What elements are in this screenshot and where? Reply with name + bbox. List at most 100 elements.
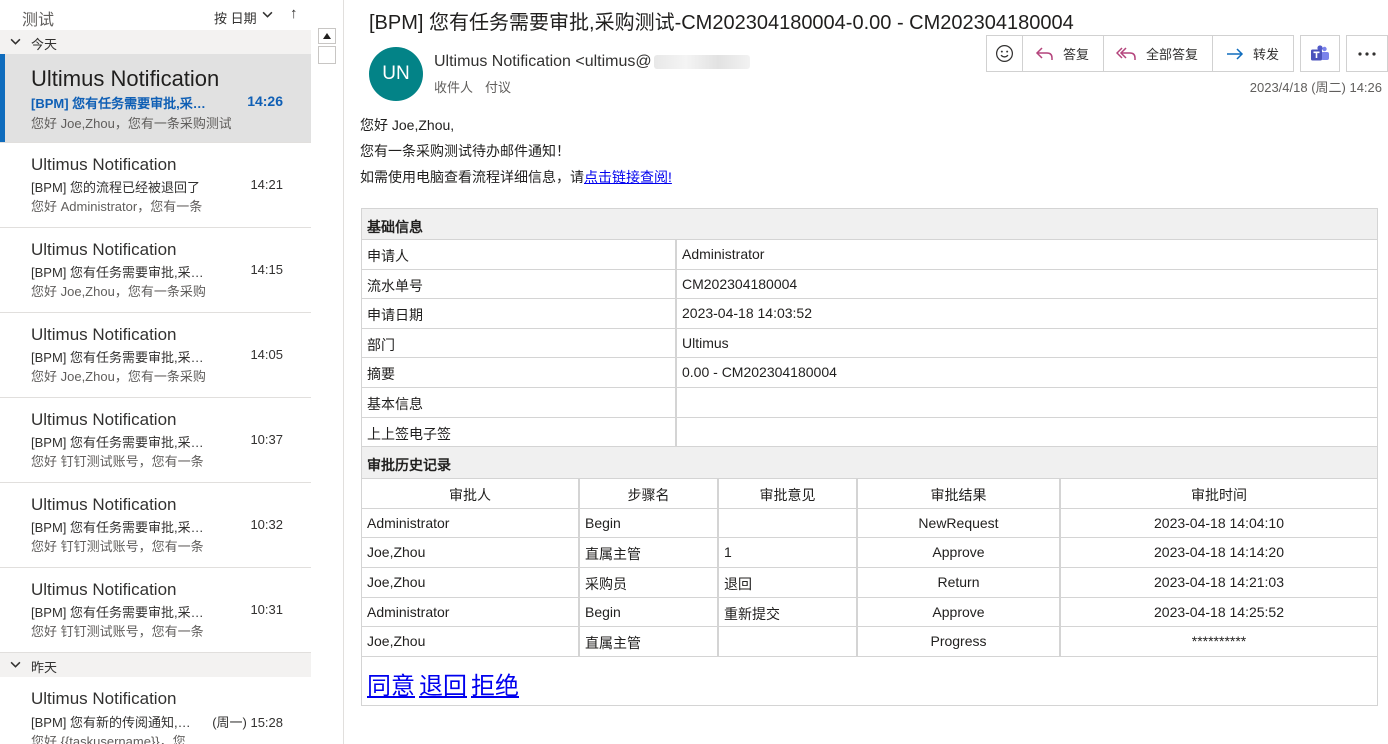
reading-pane: [BPM] 您有任务需要审批,采购测试-CM202304180004-0.00 … — [344, 0, 1388, 744]
reply-button[interactable]: 答复 — [1022, 35, 1105, 72]
teams-icon — [1311, 44, 1330, 60]
mail-preview: 您好 钉钉测试账号，您有一条 — [31, 454, 204, 469]
mail-preview: 您好 钉钉测试账号，您有一条 — [31, 624, 204, 639]
reply-all-button[interactable]: 全部答复 — [1103, 35, 1214, 72]
scrollbar-thumb[interactable] — [318, 46, 336, 64]
redacted-blur — [653, 54, 750, 69]
field-value: 0.00 - CM202304180004 — [682, 364, 837, 381]
mail-sender: Ultimus Notification — [31, 66, 220, 91]
sender-address[interactable]: Ultimus Notification <ultimus@ — [434, 53, 750, 71]
step-cell: 直属主管 — [580, 627, 719, 656]
approver-cell: Joe,Zhou — [362, 567, 580, 597]
forward-button[interactable]: 转发 — [1212, 35, 1295, 72]
smiley-icon — [995, 44, 1014, 63]
mail-time: 14:05 — [250, 347, 283, 362]
mail-sender: Ultimus Notification — [31, 689, 177, 708]
list-item[interactable]: Ultimus Notification [BPM] 您有任务需要审批,采购测试… — [0, 398, 311, 483]
field-value: Ultimus — [682, 334, 729, 351]
list-item[interactable]: Ultimus Notification [BPM] 您有任务需要审批,采购测试… — [0, 54, 311, 143]
return-link[interactable]: 退回 — [419, 673, 467, 700]
list-item[interactable]: Ultimus Notification [BPM] 您有任务需要审批,采购测试… — [0, 568, 311, 653]
instruction-text: 如需使用电脑查看流程详细信息，请点击链接查阅! — [360, 168, 1380, 194]
message-list-scrollbar[interactable] — [318, 28, 336, 744]
more-dots-icon — [1358, 51, 1376, 56]
field-value — [677, 388, 1377, 417]
table-row: 部门 Ultimus — [362, 328, 1377, 359]
column-header: 审批结果 — [858, 479, 1061, 508]
mail-sender: Ultimus Notification — [31, 495, 177, 514]
step-cell: 采购员 — [580, 567, 719, 597]
mail-subject: [BPM] 您有新的传阅通知,请查看 — [31, 715, 203, 730]
mail-sender: Ultimus Notification — [31, 410, 177, 429]
recipient-line: 收件人 付议 — [434, 77, 511, 96]
avatar[interactable]: UN — [369, 47, 423, 101]
group-header-yesterday[interactable]: 昨天 — [0, 653, 311, 677]
result-cell: Approve — [858, 538, 1061, 567]
list-item[interactable]: Ultimus Notification [BPM] 您有新的传阅通知,请查看 … — [0, 677, 311, 744]
mail-subject: [BPM] 您有任务需要审批,采购测试 — [31, 435, 206, 450]
table-row: Administrator Begin NewRequest 2023-04-1… — [362, 508, 1377, 539]
step-cell: Begin — [580, 508, 719, 538]
mail-body: 您好 Joe,Zhou, 您有一条采购测试待办邮件通知！ 如需使用电脑查看流程详… — [360, 116, 1380, 194]
reply-all-icon — [1116, 46, 1136, 60]
folder-name: 测试 — [22, 12, 55, 29]
view-details-link[interactable]: 点击链接查阅! — [584, 169, 672, 185]
field-label: 流水单号 — [362, 269, 677, 299]
chevron-down-icon[interactable] — [10, 659, 21, 670]
recipient-name[interactable]: 付议 — [485, 80, 511, 95]
field-label: 上上签电子签 — [362, 417, 677, 447]
section-approval-history: 审批历史记录 — [362, 447, 1377, 480]
field-value: CM202304180004 — [682, 275, 798, 292]
table-row: 申请日期 2023-04-18 14:03:52 — [362, 299, 1377, 329]
time-cell: 2023-04-18 14:21:03 — [1154, 573, 1284, 590]
scroll-up-button[interactable] — [318, 28, 336, 44]
reject-link[interactable]: 拒绝 — [471, 673, 519, 700]
group-header-today[interactable]: 今天 — [0, 30, 311, 54]
opinion-cell — [719, 508, 858, 538]
mail-subject: [BPM] 您的流程已经被退回了 — [31, 180, 201, 195]
table-row: Administrator Begin 重新提交 Approve 2023-04… — [362, 597, 1377, 628]
teams-share-button[interactable] — [1300, 35, 1341, 72]
approve-link[interactable]: 同意 — [367, 673, 415, 700]
mail-time: 10:31 — [250, 602, 283, 617]
time-cell: 2023-04-18 14:04:10 — [1154, 514, 1284, 531]
time-cell: 2023-04-18 14:14:20 — [1154, 544, 1284, 561]
opinion-cell: 1 — [719, 538, 858, 567]
chevron-down-icon[interactable] — [262, 9, 273, 20]
list-item[interactable]: Ultimus Notification [BPM] 您的流程已经被退回了 14… — [0, 143, 311, 228]
forward-label: 转发 — [1253, 47, 1280, 62]
mail-preview: 您好 钉钉测试账号，您有一条 — [31, 539, 204, 554]
mail-time: 10:37 — [250, 432, 283, 447]
mail-subject: [BPM] 您有任务需要审批,采购测试 — [31, 96, 206, 111]
time-cell: ********** — [1191, 633, 1247, 650]
table-row: Joe,Zhou 采购员 退回 Return 2023-04-18 14:21:… — [362, 567, 1377, 598]
step-cell: Begin — [580, 597, 719, 627]
mail-subject: [BPM] 您有任务需要审批,采购测试 — [31, 350, 206, 365]
field-label: 申请日期 — [362, 299, 677, 328]
mail-time: 14:26 — [247, 93, 283, 109]
mail-subject: [BPM] 您有任务需要审批,采购测试 — [31, 265, 206, 280]
group-label: 昨天 — [31, 660, 58, 675]
sort-by-button[interactable]: 按 日期 — [214, 8, 257, 27]
mail-title: [BPM] 您有任务需要审批,采购测试-CM202304180004-0.00 … — [369, 12, 1074, 34]
recipient-label: 收件人 — [434, 80, 474, 95]
mail-preview: 您好 Joe,Zhou，您有一条采购 — [31, 369, 206, 384]
list-item[interactable]: Ultimus Notification [BPM] 您有任务需要审批,采购测试… — [0, 228, 311, 313]
list-item[interactable]: Ultimus Notification [BPM] 您有任务需要审批,采购测试… — [0, 313, 311, 398]
result-cell: Return — [858, 567, 1061, 597]
list-item[interactable]: Ultimus Notification [BPM] 您有任务需要审批,采购测试… — [0, 483, 311, 568]
emoji-reaction-button[interactable] — [986, 35, 1023, 72]
forward-arrow-icon — [1227, 47, 1244, 60]
mail-preview: 您好 Joe,Zhou，您有一条采购测试待办邮件通知 — [31, 116, 231, 131]
mail-sender: Ultimus Notification — [31, 580, 177, 599]
table-row: 流水单号 CM202304180004 — [362, 269, 1377, 300]
field-label: 基本信息 — [362, 387, 677, 417]
field-value: 2023-04-18 14:03:52 — [682, 305, 812, 322]
approver-cell: Joe,Zhou — [362, 627, 580, 656]
sort-direction-arrow-icon[interactable]: ↑ — [290, 5, 298, 22]
chevron-down-icon[interactable] — [10, 36, 21, 47]
mail-subject: [BPM] 您有任务需要审批,采购测试 — [31, 605, 206, 620]
more-actions-button[interactable] — [1346, 35, 1388, 72]
table-row: 上上签电子签 — [362, 417, 1377, 448]
mail-time: 10:32 — [250, 517, 283, 532]
